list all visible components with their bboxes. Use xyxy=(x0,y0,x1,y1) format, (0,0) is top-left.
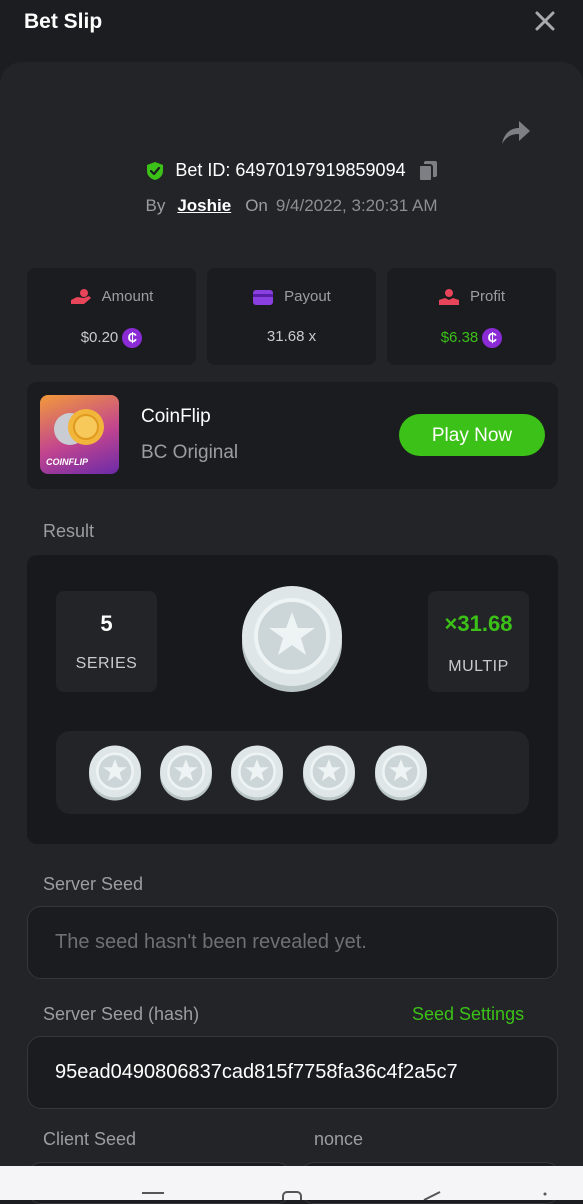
stat-payout: Payout 31.68 x xyxy=(207,268,376,365)
client-seed-label: Client Seed xyxy=(43,1129,137,1149)
star-coin-icon xyxy=(160,745,212,801)
history-coin xyxy=(88,745,142,806)
history-coin xyxy=(159,745,213,806)
user-link[interactable]: Joshie xyxy=(177,196,231,215)
payout-value: 31.68 x xyxy=(266,328,317,345)
history-coin xyxy=(230,745,284,806)
close-button[interactable] xyxy=(532,10,558,36)
close-icon xyxy=(535,11,555,31)
nonce-label: nonce xyxy=(314,1129,364,1149)
on-label: On xyxy=(245,196,268,215)
bet-id: Bet ID: 64970197919859094 xyxy=(175,160,406,180)
bet-date: 9/4/2022, 3:20:31 AM xyxy=(275,196,438,215)
server-seed-label: Server Seed xyxy=(43,874,144,894)
shield-check-icon xyxy=(147,162,164,181)
game-name: CoinFlip xyxy=(141,406,211,427)
server-seed-hash-label: Server Seed (hash) xyxy=(43,1004,200,1024)
wallet-card-icon xyxy=(253,290,274,306)
star-coin-icon xyxy=(375,745,427,801)
server-seed-hash-value: 95ead0490806837cad815f7758fa36c4f2a5c7 xyxy=(55,1061,458,1083)
money-hand-icon xyxy=(70,289,91,305)
result-coin xyxy=(240,585,344,693)
series-label: SERIES xyxy=(75,655,138,672)
back-icon xyxy=(423,1191,441,1200)
star-coin-icon xyxy=(242,586,342,692)
server-seed-value: The seed hasn't been revealed yet. xyxy=(55,931,367,953)
share-icon xyxy=(502,121,530,144)
coin-badge-icon: ₵ xyxy=(122,328,143,348)
multiplier-value: ×31.68 xyxy=(444,611,513,636)
payout-label: Payout xyxy=(284,288,331,305)
series-value: 5 xyxy=(100,611,113,636)
stat-amount: Amount $0.20 ₵ xyxy=(27,268,196,365)
copy-icon xyxy=(417,161,437,183)
amount-value: $0.20 xyxy=(80,328,119,346)
coin-badge-icon: ₵ xyxy=(482,328,503,348)
recents-icon xyxy=(142,1192,164,1194)
seed-settings-link[interactable]: Seed Settings xyxy=(412,1004,524,1025)
history-coin xyxy=(374,745,428,806)
result-label: Result xyxy=(43,521,95,541)
bet-id-row: Bet ID: 64970197919859094 xyxy=(0,160,583,183)
server-seed-hash-field[interactable]: 95ead0490806837cad815f7758fa36c4f2a5c7 xyxy=(27,1036,558,1109)
multiplier-box: ×31.68 MULTIP xyxy=(428,591,529,692)
stat-profit: Profit $6.38 ₵ xyxy=(387,268,556,365)
page-title: Bet Slip xyxy=(24,10,103,33)
share-button[interactable] xyxy=(500,118,532,148)
amount-label: Amount xyxy=(101,288,154,305)
home-icon xyxy=(282,1191,302,1200)
bet-author-row: By Joshie On 9/4/2022, 3:20:31 AM xyxy=(0,196,583,216)
game-thumbnail[interactable]: COINFLIP xyxy=(40,395,119,474)
server-seed-field[interactable]: The seed hasn't been revealed yet. xyxy=(27,906,558,979)
profit-label: Profit xyxy=(469,288,505,305)
series-box: 5 SERIES xyxy=(56,591,157,692)
menu-dots-icon xyxy=(543,1192,547,1196)
system-nav-bar xyxy=(0,1166,583,1200)
copy-button[interactable] xyxy=(417,160,438,183)
play-now-button[interactable]: Play Now xyxy=(399,414,545,456)
star-coin-icon xyxy=(303,745,355,801)
profit-hand-icon xyxy=(438,289,459,306)
by-label: By xyxy=(145,196,166,215)
star-coin-icon xyxy=(89,745,141,801)
profit-value: $6.38 xyxy=(440,328,479,346)
multiplier-label: MULTIP xyxy=(448,658,509,675)
star-coin-icon xyxy=(231,745,283,801)
history-coin xyxy=(302,745,356,806)
thumbnail-label: COINFLIP xyxy=(46,457,88,467)
game-subtitle: BC Original xyxy=(141,442,239,463)
